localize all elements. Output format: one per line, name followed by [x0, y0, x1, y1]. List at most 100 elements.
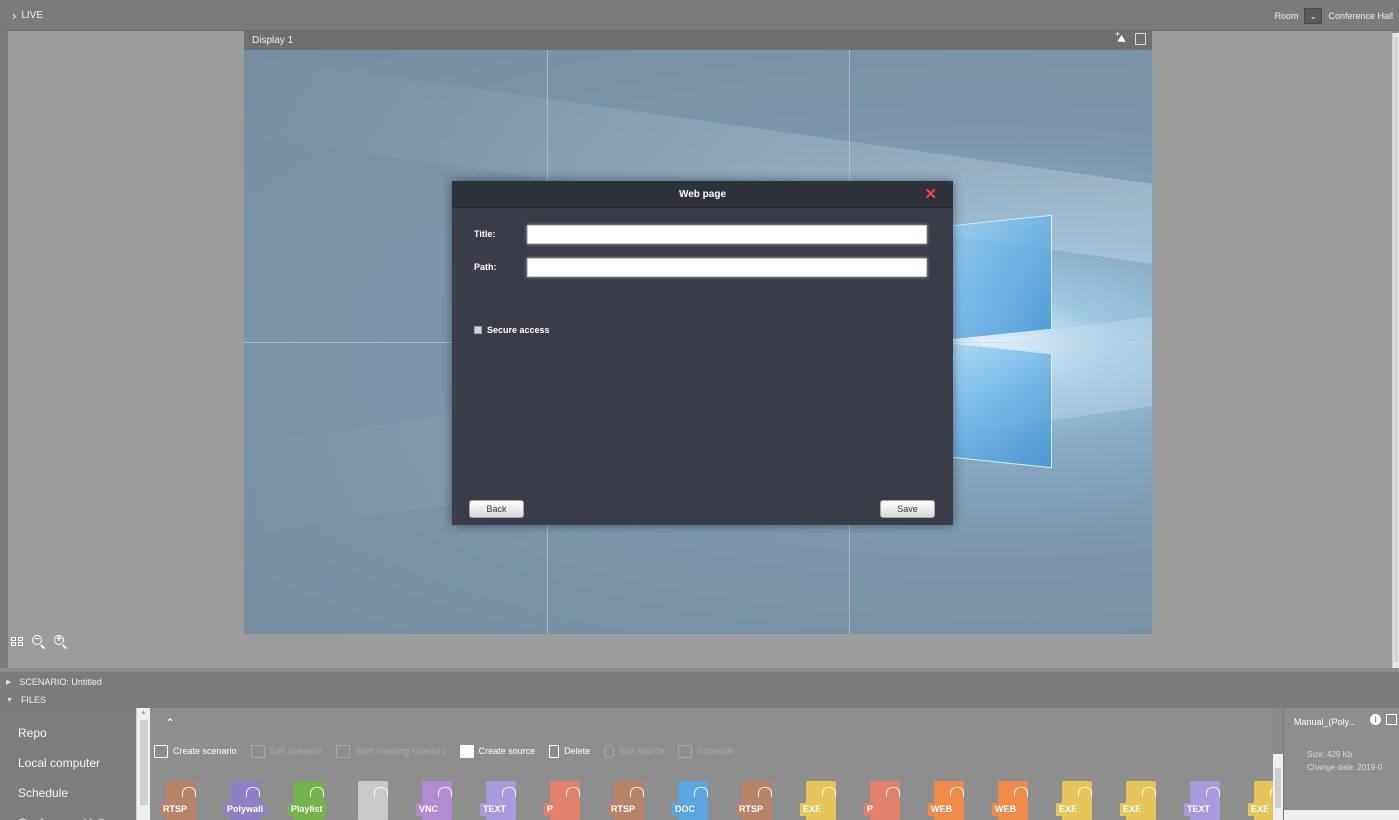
secure-access-label: Secure access — [487, 325, 550, 335]
grid-layout-icon[interactable] — [11, 636, 23, 647]
nav-item-local-computer[interactable]: Local computer — [0, 748, 136, 778]
file-page — [358, 781, 388, 820]
delete-label: Delete — [564, 746, 591, 756]
back-button[interactable]: Back — [469, 500, 524, 518]
delete-button[interactable]: Delete — [549, 744, 591, 758]
close-icon[interactable]: ✕ — [924, 187, 937, 202]
file-glyph — [1014, 787, 1028, 797]
title-input[interactable] — [527, 224, 927, 244]
file-type-tag: EXE — [800, 803, 825, 816]
create-source-icon — [459, 744, 474, 758]
scenario-section-header[interactable]: ▶ SCENARIO: Untitled — [0, 672, 1399, 692]
path-row: Path: — [452, 256, 953, 278]
rtsp-file-icon[interactable]: RTSP — [606, 781, 653, 820]
playlist-file-icon[interactable]: Playlist — [286, 781, 333, 820]
zoom-toolbar: − + — [11, 634, 68, 649]
image-icon[interactable] — [1386, 714, 1397, 725]
rtsp-file-icon[interactable]: RTSP — [734, 781, 781, 820]
scenario-label: SCENARIO: Untitled — [19, 677, 102, 687]
start-showing-label: Start showing scenario — [354, 746, 446, 756]
nav-item-repo[interactable]: Repo — [0, 718, 136, 748]
file-glyph — [502, 787, 516, 797]
polywall-file-icon[interactable]: Polywall — [222, 781, 269, 820]
stage-scrollbar[interactable] — [1392, 33, 1399, 668]
file-type-tag: P — [864, 803, 877, 816]
file-glyph — [822, 787, 836, 797]
video-file-icon[interactable] — [350, 781, 397, 820]
create-scenario-button[interactable]: Create scenario — [154, 744, 237, 758]
nav-item-schedule[interactable]: Schedule — [0, 778, 136, 808]
zoom-in-icon[interactable]: + — [54, 634, 68, 649]
scroll-thumb[interactable] — [1275, 768, 1281, 808]
add-pointer-icon[interactable] — [1115, 29, 1127, 45]
file-type-tag: VNC — [416, 803, 442, 816]
zoom-out-icon[interactable]: − — [32, 634, 46, 649]
file-glyph — [758, 787, 772, 797]
file-type-tag: Playlist — [288, 803, 326, 816]
file-type-tag: RTSP — [608, 803, 639, 816]
preview-meta: Size: 429 Kb Change date: 2019-0 — [1307, 748, 1382, 774]
chevron-down-icon: ⌄ — [1309, 10, 1318, 21]
preview-title: Manual_(Poly... — [1294, 717, 1356, 727]
file-glyph — [886, 787, 900, 797]
edit-scenario-label: Edit scenario — [269, 746, 322, 756]
file-type-tag: EXE — [1248, 803, 1273, 816]
exe-file-icon[interactable]: EXE — [1054, 781, 1101, 820]
trash-icon — [549, 744, 560, 758]
live-toggle[interactable]: › LIVE — [12, 0, 72, 31]
file-type-tag: TEXT — [480, 803, 510, 816]
files-panel: Repo Local computer Schedule Conference … — [0, 708, 1399, 820]
scroll-up-icon[interactable]: ▲ — [137, 708, 150, 718]
text-file-icon[interactable]: TEXT — [478, 781, 525, 820]
files-nav: Repo Local computer Schedule Conference … — [0, 708, 136, 820]
file-glyph — [694, 787, 708, 797]
room-dropdown-button[interactable]: ⌄ — [1304, 8, 1323, 24]
secure-access-checkbox[interactable]: Secure access — [474, 325, 550, 335]
pencil-icon — [604, 744, 615, 758]
panel-icon[interactable] — [1135, 33, 1146, 45]
file-type-tag: EXE — [1120, 803, 1145, 816]
preview-change-date: Change date: 2019-0 — [1307, 763, 1383, 772]
display-title: Display 1 — [252, 35, 294, 46]
files-section-header[interactable]: ▼ FILES — [0, 692, 1399, 708]
scroll-thumb[interactable] — [1394, 37, 1398, 662]
edit-source-button[interactable]: Edit source — [604, 744, 664, 758]
create-source-button[interactable]: Create source — [459, 744, 535, 758]
edit-scenario-button[interactable]: Edit scenario — [250, 744, 322, 758]
info-icon[interactable]: i — [1370, 714, 1381, 725]
nav-scrollbar[interactable]: ▲ — [136, 708, 150, 820]
windows-logo-pane — [952, 214, 1052, 341]
path-input[interactable] — [527, 257, 927, 277]
room-selector: Room ⌄ Conference Hall — [1274, 8, 1393, 24]
files-scrollbar[interactable] — [1273, 754, 1283, 820]
scroll-thumb[interactable] — [139, 720, 148, 805]
file-type-tag: TEXT — [1184, 803, 1214, 816]
create-scenario-label: Create scenario — [173, 746, 237, 756]
vnc-file-icon[interactable]: VNC — [414, 781, 461, 820]
file-glyph — [1142, 787, 1156, 797]
web-page-dialog: Web page ✕ Title: Path: Secure access Ba… — [452, 181, 953, 525]
save-button[interactable]: Save — [880, 500, 935, 518]
web-file-icon[interactable]: WEB — [990, 781, 1037, 820]
checkbox-box[interactable] — [474, 326, 482, 334]
display-tools — [1115, 29, 1146, 45]
powerpoint-file-icon[interactable]: P — [862, 781, 909, 820]
file-type-tag: EXE — [1056, 803, 1081, 816]
file-icon-list: RTSP Polywall Playlist VNC TEXT P RTSP DOC RTSP E… — [158, 781, 1293, 820]
exe-file-icon[interactable]: EXE — [1118, 781, 1165, 820]
rtsp-file-icon[interactable]: RTSP — [158, 781, 205, 820]
chevron-up-icon[interactable]: ⌃ — [165, 716, 175, 730]
top-bar: › LIVE Room ⌄ Conference Hall — [0, 0, 1399, 31]
web-file-icon[interactable]: WEB — [926, 781, 973, 820]
doc-file-icon[interactable]: DOC — [670, 781, 717, 820]
powerpoint-file-icon[interactable]: P — [542, 781, 589, 820]
calendar-icon — [678, 744, 693, 758]
start-showing-scenario-button[interactable]: Start showing scenario — [335, 744, 446, 758]
schedule-button[interactable]: Schedule — [678, 744, 735, 758]
preview-scrollbar[interactable] — [1284, 810, 1399, 820]
nav-item-conference-hall[interactable]: Conference Hall — [0, 808, 136, 820]
live-label: LIVE — [21, 10, 44, 21]
file-glyph — [566, 787, 580, 797]
text-file-icon[interactable]: TEXT — [1182, 781, 1229, 820]
exe-file-icon[interactable]: EXE — [798, 781, 845, 820]
